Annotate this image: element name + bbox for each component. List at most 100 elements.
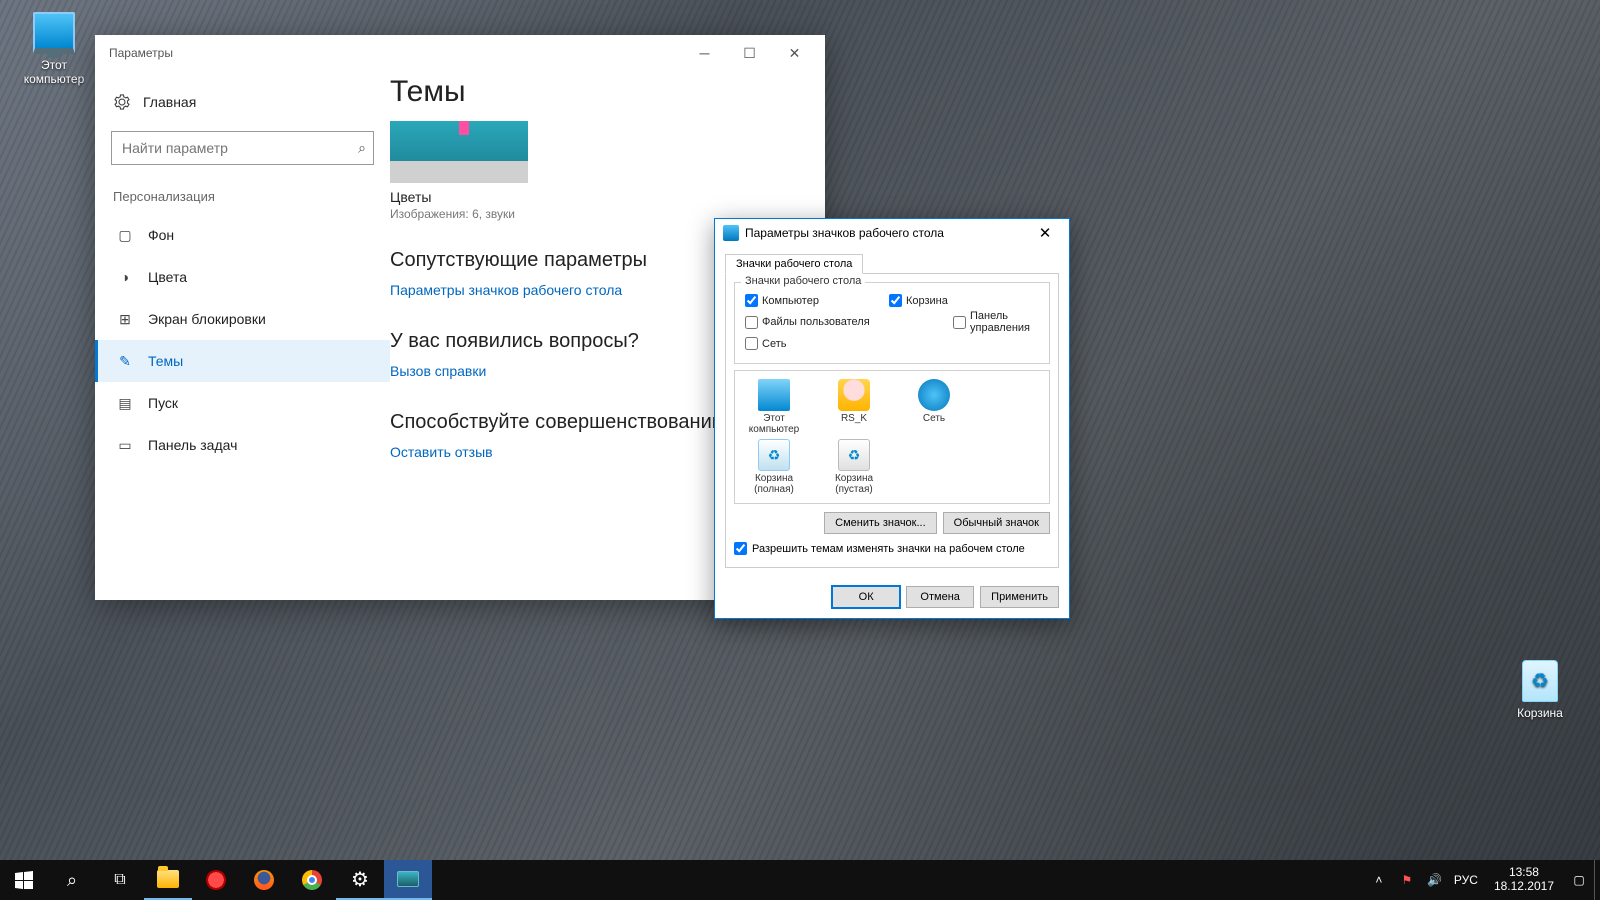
sidebar-item-label: Цвета: [148, 269, 187, 285]
icon-item-network[interactable]: Сеть: [903, 379, 965, 435]
file-explorer-icon: [157, 870, 179, 888]
icon-item-user[interactable]: RS_K: [823, 379, 885, 435]
start-button[interactable]: [0, 860, 48, 900]
checkbox-user-files[interactable]: Файлы пользователя: [745, 310, 883, 334]
feedback-link[interactable]: Оставить отзыв: [390, 444, 493, 460]
tray-clock[interactable]: 13:58 18.12.2017: [1488, 866, 1560, 894]
checkbox-computer[interactable]: Компьютер: [745, 294, 819, 307]
theme-preview: [390, 121, 528, 183]
get-help-link[interactable]: Вызов справки: [390, 363, 486, 379]
sidebar-item-label: Фон: [148, 227, 174, 243]
theme-card[interactable]: Цветы Изображения: 6, звуки: [390, 121, 528, 221]
tray-language[interactable]: РУС: [1454, 873, 1478, 887]
cancel-button[interactable]: Отмена: [906, 586, 974, 608]
taskbar-app-chrome[interactable]: [288, 860, 336, 900]
monitor-icon: [397, 871, 419, 887]
sidebar-item-themes[interactable]: ✎ Темы: [95, 340, 390, 382]
search-input[interactable]: [111, 131, 374, 165]
desktop-icon-this-pc[interactable]: Этот компьютер: [14, 12, 94, 86]
search-icon: ⌕: [358, 140, 366, 157]
computer-icon: [758, 379, 790, 411]
settings-sidebar: Главная ⌕ Персонализация ▢ Фон ◑ Цвета ⊞…: [95, 71, 390, 600]
taskbar-app-explorer[interactable]: [144, 860, 192, 900]
sidebar-item-label: Экран блокировки: [148, 311, 266, 327]
icon-item-this-pc[interactable]: Этот компьютер: [743, 379, 805, 435]
tray-time: 13:58: [1494, 866, 1554, 880]
system-tray: ˄ ⚑ 🔊 РУС 13:58 18.12.2017 ▢: [1364, 860, 1594, 900]
dialog-close-button[interactable]: ✕: [1025, 222, 1065, 244]
sidebar-section-label: Персонализация: [95, 185, 390, 214]
dialog-title: Параметры значков рабочего стола: [745, 226, 1025, 240]
icon-preview-grid: Этот компьютер RS_K Сеть Корзина (полная…: [734, 370, 1050, 504]
palette-icon: ◑: [116, 268, 134, 286]
theme-name: Цветы: [390, 189, 528, 205]
sidebar-item-background[interactable]: ▢ Фон: [95, 214, 390, 256]
desktop-icon-label: Этот компьютер: [14, 58, 94, 86]
taskbar: ⌕ ⧉ ⚙ ˄ ⚑ 🔊 РУС 13:58 18.12.2017 ▢: [0, 860, 1600, 900]
chrome-icon: [302, 870, 322, 890]
checkbox-recycle-bin[interactable]: Корзина: [889, 294, 948, 307]
search-icon: ⌕: [67, 870, 77, 891]
tray-chevron-up-icon[interactable]: ˄: [1370, 871, 1388, 889]
close-button[interactable]: ✕: [772, 38, 817, 68]
opera-icon: [206, 870, 226, 890]
themes-icon: ✎: [116, 352, 134, 370]
search-button[interactable]: ⌕: [48, 860, 96, 900]
sidebar-home[interactable]: Главная: [95, 81, 390, 123]
picture-icon: ▢: [116, 226, 134, 244]
settings-title: Параметры: [109, 46, 682, 60]
taskbar-icon: ▭: [116, 436, 134, 454]
icon-item-bin-empty[interactable]: Корзина (пустая): [823, 439, 885, 495]
tray-security-icon[interactable]: ⚑: [1398, 871, 1416, 889]
sidebar-home-label: Главная: [143, 94, 196, 110]
apply-button[interactable]: Применить: [980, 586, 1059, 608]
taskbar-app-desktop-icons-dialog[interactable]: [384, 860, 432, 900]
computer-icon: [33, 12, 75, 54]
show-desktop-button[interactable]: [1594, 860, 1600, 900]
sidebar-item-label: Темы: [148, 353, 183, 369]
tray-volume-icon[interactable]: 🔊: [1426, 871, 1444, 889]
tray-date: 18.12.2017: [1494, 880, 1554, 894]
change-icon-button[interactable]: Сменить значок...: [824, 512, 937, 534]
taskbar-app-firefox[interactable]: [240, 860, 288, 900]
sidebar-item-start[interactable]: ▤ Пуск: [95, 382, 390, 424]
checkbox-network[interactable]: Сеть: [745, 337, 786, 350]
maximize-button[interactable]: ☐: [727, 38, 772, 68]
desktop-icon-recycle-bin[interactable]: Корзина: [1500, 660, 1580, 720]
sidebar-item-label: Пуск: [148, 395, 178, 411]
start-icon: ▤: [116, 394, 134, 412]
desktop-icon-label: Корзина: [1500, 706, 1580, 720]
restore-default-button[interactable]: Обычный значок: [943, 512, 1050, 534]
allow-themes-checkbox[interactable]: Разрешить темам изменять значки на рабоч…: [734, 542, 1050, 555]
control-panel-icon: [723, 225, 739, 241]
ok-button[interactable]: ОК: [832, 586, 900, 608]
gear-icon: [113, 93, 131, 111]
task-view-button[interactable]: ⧉: [96, 860, 144, 900]
action-center-icon[interactable]: ▢: [1570, 871, 1588, 889]
taskbar-app-settings[interactable]: ⚙: [336, 860, 384, 900]
settings-titlebar[interactable]: Параметры ─ ☐ ✕: [95, 35, 825, 71]
user-folder-icon: [838, 379, 870, 411]
desktop-icon-settings-dialog: Параметры значков рабочего стола ✕ Значк…: [714, 218, 1070, 619]
sidebar-item-label: Панель задач: [148, 437, 237, 453]
sidebar-item-taskbar[interactable]: ▭ Панель задач: [95, 424, 390, 466]
lock-screen-icon: ⊞: [116, 310, 134, 328]
dialog-titlebar[interactable]: Параметры значков рабочего стола ✕: [715, 219, 1069, 247]
recycle-bin-full-icon: [758, 439, 790, 471]
checkbox-control-panel[interactable]: Панель управления: [953, 310, 1039, 334]
group-title: Значки рабочего стола: [741, 275, 865, 287]
minimize-button[interactable]: ─: [682, 38, 727, 68]
firefox-icon: [254, 870, 274, 890]
theme-subtitle: Изображения: 6, звуки: [390, 207, 528, 221]
taskbar-app-opera[interactable]: [192, 860, 240, 900]
sidebar-item-colors[interactable]: ◑ Цвета: [95, 256, 390, 298]
dialog-tab[interactable]: Значки рабочего стола: [725, 254, 863, 274]
desktop-icons-settings-link[interactable]: Параметры значков рабочего стола: [390, 282, 622, 298]
icon-item-bin-full[interactable]: Корзина (полная): [743, 439, 805, 495]
windows-logo-icon: [15, 871, 33, 889]
sidebar-item-lockscreen[interactable]: ⊞ Экран блокировки: [95, 298, 390, 340]
page-heading: Темы: [390, 75, 811, 109]
desktop-icons-group: Значки рабочего стола Компьютер Корзина …: [734, 282, 1050, 364]
gear-icon: ⚙: [351, 867, 369, 892]
network-icon: [918, 379, 950, 411]
